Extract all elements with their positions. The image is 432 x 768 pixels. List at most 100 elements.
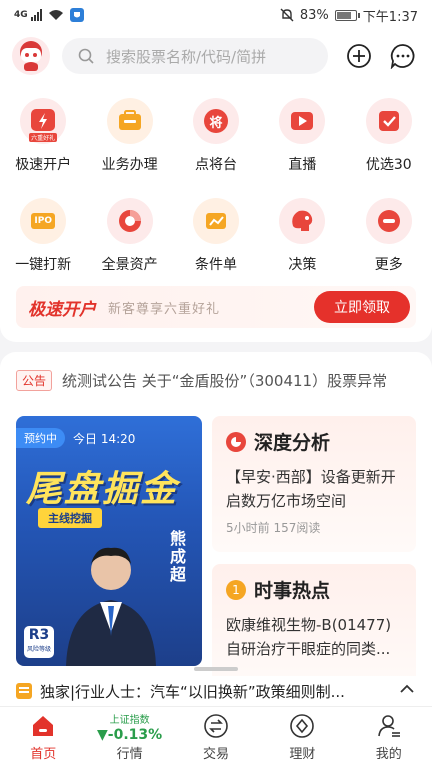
- menu-item-assets[interactable]: 全景资产: [86, 198, 172, 274]
- risk-level: R3: [28, 627, 50, 643]
- menu-label: 极速开户: [15, 157, 72, 173]
- menu-label: 点将台: [194, 157, 237, 173]
- status-left: 4G: [14, 8, 84, 22]
- chevron-up-icon[interactable]: [400, 684, 414, 694]
- drag-handle[interactable]: [194, 667, 238, 671]
- lightning-icon: [31, 109, 56, 131]
- status-right: 83% 下午1:37: [280, 6, 418, 25]
- general-glyph: 将: [209, 115, 223, 131]
- search-placeholder: 搜索股票名称/代码/简拼: [106, 47, 267, 66]
- tab-market[interactable]: 上证指数 ▼-0.13% 行情: [86, 707, 172, 768]
- card-body: 欧康维视生物-B(01477)自研治疗干眼症的同类...: [226, 616, 392, 658]
- search-icon: [78, 48, 94, 64]
- news-icon: [16, 683, 32, 699]
- message-icon[interactable]: [390, 43, 416, 69]
- checklist-icon: [378, 111, 399, 131]
- news-ticker[interactable]: 独家|行业人士：汽车“以旧换新”政策细则制...: [0, 676, 432, 706]
- menu-item-decision[interactable]: 决策: [259, 198, 345, 274]
- card-title: 时事热点: [254, 580, 331, 602]
- deep-analysis-card[interactable]: 深度分析 【早安·西部】设备更新开启数万亿市场空间 5小时前 157阅读: [212, 416, 416, 552]
- market-index-name: 上证指数: [109, 715, 150, 726]
- menu-label: 全景资产: [101, 257, 158, 273]
- live-time: 今日 14:20: [73, 431, 136, 446]
- app-notification-icon: [69, 8, 84, 22]
- claim-button[interactable]: 立即领取: [314, 291, 410, 323]
- battery-percent: 83%: [299, 7, 329, 23]
- tab-trade[interactable]: 交易: [173, 707, 259, 768]
- menu-item-live[interactable]: 直播: [259, 98, 345, 174]
- brain-icon: [292, 210, 313, 231]
- network-type: 4G: [14, 10, 28, 20]
- rank-one-icon: 1: [226, 579, 246, 600]
- account-opening-banner[interactable]: 极速开户 新客尊享六重好礼 立即领取: [16, 286, 416, 328]
- host-name: 熊成超: [167, 530, 186, 584]
- tab-home[interactable]: 首页: [0, 707, 86, 768]
- add-icon[interactable]: [346, 43, 372, 69]
- live-poster[interactable]: 预约中 今日 14:20 尾盘掘金 主线挖掘 熊成超 R3 风险等级: [16, 416, 202, 666]
- menu-label: 条件单: [194, 257, 237, 273]
- menu-label: 决策: [288, 257, 317, 273]
- exchange-icon: [204, 714, 228, 738]
- pie-chart-icon: [118, 210, 141, 232]
- search-bar[interactable]: 搜索股票名称/代码/简拼: [62, 38, 328, 74]
- tab-wealth[interactable]: 理财: [259, 707, 345, 768]
- menu-label: 优选30: [365, 157, 412, 173]
- poster-title: 尾盘掘金: [26, 469, 179, 510]
- news-text: 独家|行业人士：汽车“以旧换新”政策细则制...: [40, 682, 345, 701]
- home-icon: [33, 716, 54, 736]
- avatar[interactable]: [12, 37, 50, 75]
- card-body: 【早安·西部】设备更新开启数万亿市场空间: [226, 468, 396, 510]
- live-status: 预约中 今日 14:20: [16, 428, 135, 448]
- menu-item-quick-account[interactable]: 六重好礼 极速开户: [0, 98, 86, 174]
- ipo-glyph: IPO: [34, 216, 52, 226]
- menu-item-generals[interactable]: 将 点将台: [173, 98, 259, 174]
- mute-bell-icon: [280, 8, 294, 22]
- risk-label: 风险等级: [26, 646, 51, 653]
- risk-level-badge: R3 风险等级: [24, 626, 54, 658]
- card-title: 深度分析: [254, 432, 331, 454]
- more-icon: [377, 210, 400, 232]
- trend-icon: [205, 213, 226, 229]
- poster-subtitle: 主线挖掘: [38, 508, 102, 528]
- card-meta: 5小时前 157阅读: [226, 521, 321, 535]
- wifi-icon: [48, 10, 63, 20]
- hot-topics-card[interactable]: 1 时事热点 欧康维视生物-B(01477)自研治疗干眼症的同类...: [212, 564, 416, 684]
- market-index-value: ▼-0.13%: [97, 727, 163, 743]
- menu-label: 直播: [288, 157, 317, 173]
- user-icon: [377, 715, 400, 737]
- tab-label: 交易: [202, 747, 229, 762]
- signal-icon: [30, 9, 42, 21]
- reservation-tag: 预约中: [16, 428, 65, 448]
- menu-item-business[interactable]: 业务办理: [86, 98, 172, 174]
- tab-label: 我的: [375, 747, 402, 762]
- robot-avatar-icon: [20, 41, 42, 71]
- quick-menu-grid: 六重好礼 极速开户 业务办理 将 点将台 直播 优选30 IPO 一键打新 全景…: [0, 98, 432, 274]
- notice-tag: 公告: [16, 369, 53, 391]
- tab-label: 理财: [289, 747, 316, 762]
- analysis-icon: [226, 431, 246, 452]
- menu-item-more[interactable]: 更多: [346, 198, 432, 274]
- tab-label: 首页: [30, 747, 57, 762]
- menu-label: 一键打新: [15, 257, 72, 273]
- bottom-tab-bar: 首页 上证指数 ▼-0.13% 行情 交易 理财 我的: [0, 706, 432, 768]
- gift-badge: 六重好礼: [29, 133, 58, 142]
- menu-item-ipo[interactable]: IPO 一键打新: [0, 198, 86, 274]
- menu-label: 更多: [374, 257, 403, 273]
- menu-item-top30[interactable]: 优选30: [346, 98, 432, 174]
- notice-text: 统测试公告 关于“金盾股份”（300411）股票异常: [62, 371, 388, 390]
- host-portrait: [66, 547, 156, 666]
- tab-label: 行情: [116, 747, 143, 762]
- play-icon: [291, 112, 314, 130]
- briefcase-icon: [118, 110, 141, 130]
- battery-icon: [334, 9, 360, 21]
- menu-label: 业务办理: [101, 157, 158, 173]
- app-header: 搜索股票名称/代码/简拼: [0, 30, 432, 82]
- content-card: 公告 统测试公告 关于“金盾股份”（300411）股票异常 预约中 今日 14:…: [0, 352, 432, 692]
- wealth-icon: [290, 714, 315, 738]
- notice-ticker[interactable]: 公告 统测试公告 关于“金盾股份”（300411）股票异常: [16, 366, 432, 394]
- tab-profile[interactable]: 我的: [346, 707, 432, 768]
- banner-subtitle: 新客尊享六重好礼: [108, 301, 221, 317]
- clock: 下午1:37: [362, 9, 418, 25]
- quick-menu-card: 六重好礼 极速开户 业务办理 将 点将台 直播 优选30 IPO 一键打新 全景…: [0, 82, 432, 342]
- menu-item-conditional-order[interactable]: 条件单: [173, 198, 259, 274]
